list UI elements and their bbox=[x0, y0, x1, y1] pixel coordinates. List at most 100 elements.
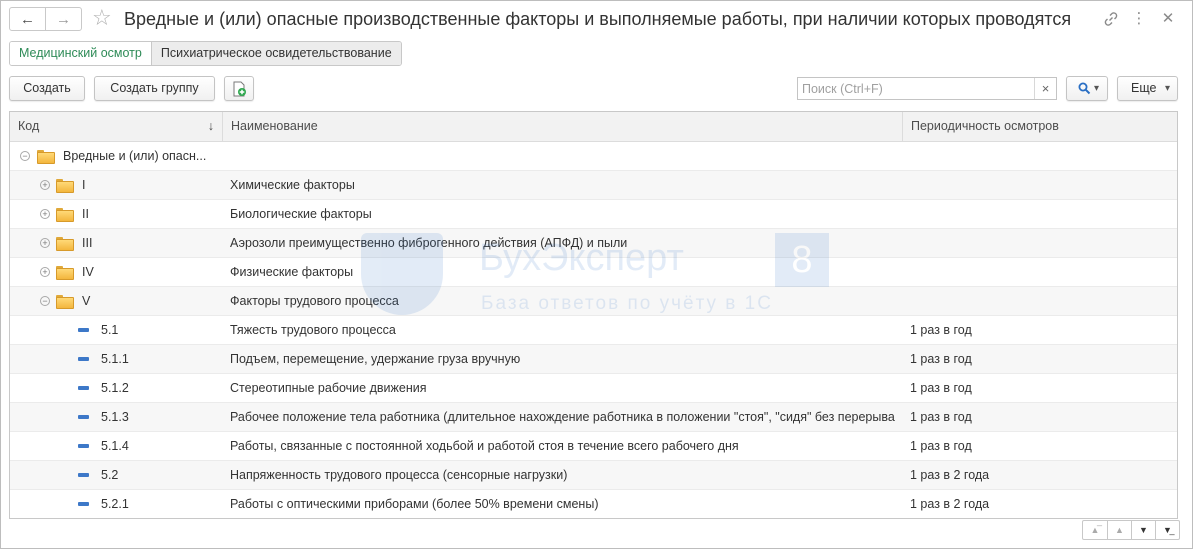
table-row[interactable]: + I Химические факторы bbox=[10, 171, 1177, 200]
window: ← → ☆ Вредные и (или) опасные производст… bbox=[0, 0, 1193, 549]
row-code: 5.2.1 bbox=[101, 497, 129, 511]
table-row[interactable]: 5.2 Напряженность трудового процесса (сен… bbox=[10, 461, 1177, 490]
row-code: V bbox=[82, 294, 91, 308]
more-vertical-icon[interactable]: ⋮ bbox=[1129, 9, 1149, 29]
sort-descending-icon: ↓ bbox=[207, 119, 214, 133]
column-header-code[interactable]: Код ↓ bbox=[10, 112, 222, 141]
table-row[interactable]: − V Факторы трудового процесса bbox=[10, 287, 1177, 316]
folder-icon bbox=[56, 266, 74, 280]
table-row[interactable]: 5.1.3 Рабочее положение тела работника (д… bbox=[10, 403, 1177, 432]
row-name: Напряженность трудового процесса (сенсор… bbox=[230, 468, 568, 482]
row-code: IV bbox=[82, 265, 94, 279]
create-group-button[interactable]: Создать группу bbox=[94, 76, 215, 101]
row-code: 5.1.3 bbox=[101, 410, 129, 424]
row-name: Аэрозоли преимущественно фиброгенного де… bbox=[230, 236, 628, 250]
to-last-icon[interactable]: ▼̲ bbox=[1155, 521, 1179, 539]
row-code: Вредные и (или) опасн... bbox=[63, 149, 207, 163]
search-options-button[interactable]: ▾ bbox=[1066, 76, 1108, 101]
tab-psychiatric-exam[interactable]: Психиатрическое освидетельствование bbox=[151, 42, 401, 65]
tab-medical-exam[interactable]: Медицинский осмотр bbox=[10, 42, 152, 65]
table-body: − Вредные и (или) опасн... + I Химические фа… bbox=[10, 142, 1177, 518]
row-name: Работы, связанные с постоянной ходьбой и… bbox=[230, 439, 739, 453]
table-row[interactable]: 5.1 Тяжесть трудового процесса 1 раз в год bbox=[10, 316, 1177, 345]
row-name: Стереотипные рабочие движения bbox=[230, 381, 427, 395]
form-tabs: Медицинский осмотр Психиатрическое освид… bbox=[9, 41, 402, 66]
row-code: 5.2 bbox=[101, 468, 119, 482]
add-document-icon bbox=[233, 81, 246, 97]
row-code: II bbox=[82, 207, 89, 221]
row-name: Факторы трудового процесса bbox=[230, 294, 399, 308]
row-code: I bbox=[82, 178, 86, 192]
expand-icon[interactable]: + bbox=[40, 267, 50, 277]
forward-button[interactable]: → bbox=[45, 8, 81, 30]
expand-icon[interactable]: + bbox=[40, 238, 50, 248]
row-periodicity: 1 раз в год bbox=[910, 381, 972, 395]
table-row[interactable]: + II Биологические факторы bbox=[10, 200, 1177, 229]
clear-search-button[interactable]: × bbox=[1034, 78, 1056, 99]
row-code: 5.1 bbox=[101, 323, 119, 337]
row-periodicity: 1 раз в 2 года bbox=[910, 497, 990, 511]
copy-button[interactable] bbox=[224, 76, 254, 101]
row-periodicity: 1 раз в год bbox=[910, 352, 972, 366]
table-header: Код ↓ Наименование Периодичность осмотро… bbox=[10, 112, 1177, 142]
row-name: Рабочее положение тела работника (длител… bbox=[230, 410, 895, 424]
row-name: Подъем, перемещение, удержание груза вру… bbox=[230, 352, 521, 366]
more-button[interactable]: Еще ▾ bbox=[1117, 76, 1178, 101]
link-icon[interactable] bbox=[1101, 9, 1121, 29]
row-name: Работы с оптическими приборами (более 50… bbox=[230, 497, 599, 511]
row-periodicity: 1 раз в год bbox=[910, 439, 972, 453]
table-row[interactable]: 5.2.1 Работы с оптическими приборами (бол… bbox=[10, 490, 1177, 518]
close-icon: × bbox=[1041, 81, 1050, 96]
row-periodicity: 1 раз в 2 года bbox=[910, 468, 990, 482]
search-box: × bbox=[797, 77, 1057, 100]
element-icon bbox=[78, 386, 89, 390]
row-code: 5.1.4 bbox=[101, 439, 129, 453]
element-icon bbox=[78, 502, 89, 506]
table-row[interactable]: 5.1.4 Работы, связанные с постоянной ходь… bbox=[10, 432, 1177, 461]
element-icon bbox=[78, 328, 89, 332]
element-icon bbox=[78, 415, 89, 419]
row-name: Тяжесть трудового процесса bbox=[230, 323, 396, 337]
create-button[interactable]: Создать bbox=[9, 76, 85, 101]
search-icon bbox=[1078, 82, 1090, 95]
table-row[interactable]: + III Аэрозоли преимущественно фиброгенног… bbox=[10, 229, 1177, 258]
table-row[interactable]: 5.1.1 Подъем, перемещение, удержание груз… bbox=[10, 345, 1177, 374]
element-icon bbox=[78, 473, 89, 477]
back-button[interactable]: ← bbox=[10, 8, 45, 30]
history-navigation: ← → bbox=[9, 7, 82, 31]
list-pager: ▲̅ ▲ ▼ ▼̲ bbox=[1082, 520, 1180, 540]
element-icon bbox=[78, 357, 89, 361]
column-header-periodicity[interactable]: Периодичность осмотров bbox=[902, 112, 1177, 141]
arrow-left-icon: ← bbox=[20, 10, 35, 28]
to-first-icon[interactable]: ▲̅ bbox=[1083, 521, 1107, 539]
row-periodicity: 1 раз в год bbox=[910, 410, 972, 424]
hazard-factors-table: Код ↓ Наименование Периодичность осмотро… bbox=[9, 111, 1178, 519]
row-code: 5.1.2 bbox=[101, 381, 129, 395]
collapse-icon[interactable]: − bbox=[40, 296, 50, 306]
expand-icon[interactable]: + bbox=[40, 209, 50, 219]
row-name: Химические факторы bbox=[230, 178, 355, 192]
page-down-icon[interactable]: ▼ bbox=[1131, 521, 1155, 539]
page-up-icon[interactable]: ▲ bbox=[1107, 521, 1131, 539]
chevron-down-icon: ▾ bbox=[1093, 83, 1099, 94]
chevron-down-icon: ▾ bbox=[1164, 83, 1170, 94]
arrow-right-icon: → bbox=[56, 10, 71, 28]
table-row[interactable]: + IV Физические факторы bbox=[10, 258, 1177, 287]
more-button-label: Еще bbox=[1131, 81, 1157, 95]
row-code: 5.1.1 bbox=[101, 352, 129, 366]
column-header-name[interactable]: Наименование bbox=[222, 112, 902, 141]
table-row[interactable]: − Вредные и (или) опасн... bbox=[10, 142, 1177, 171]
folder-icon bbox=[56, 179, 74, 193]
collapse-icon[interactable]: − bbox=[20, 151, 30, 161]
table-row[interactable]: 5.1.2 Стереотипные рабочие движения 1 раз … bbox=[10, 374, 1177, 403]
close-icon[interactable]: ✕ bbox=[1158, 9, 1178, 29]
row-periodicity: 1 раз в год bbox=[910, 323, 972, 337]
search-input[interactable] bbox=[798, 78, 1032, 99]
row-name: Биологические факторы bbox=[230, 207, 372, 221]
folder-icon bbox=[56, 295, 74, 309]
element-icon bbox=[78, 444, 89, 448]
expand-icon[interactable]: + bbox=[40, 180, 50, 190]
star-icon[interactable]: ☆ bbox=[92, 5, 112, 31]
page-title: Вредные и (или) опасные производственные… bbox=[124, 9, 1072, 29]
row-code: III bbox=[82, 236, 93, 250]
